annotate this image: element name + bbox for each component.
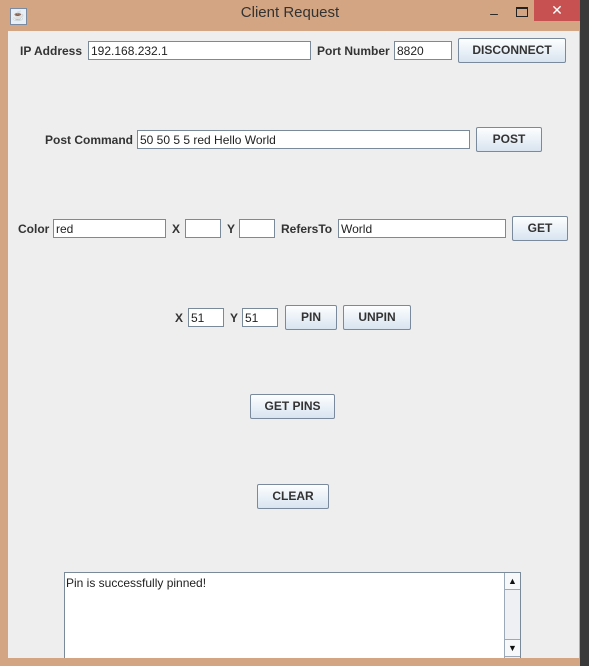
x-input[interactable] — [185, 219, 221, 238]
color-label: Color — [18, 222, 50, 236]
post-command-input[interactable] — [137, 130, 470, 149]
port-label: Port Number — [317, 44, 390, 58]
scroll-up-icon[interactable]: ▲ — [505, 573, 520, 590]
disconnect-button[interactable]: DISCONNECT — [458, 38, 566, 63]
content-panel: IP Address Port Number DISCONNECT Post C… — [8, 31, 579, 658]
output-textarea[interactable]: Pin is successfully pinned! ▲ ▼ — [64, 572, 521, 658]
color-input[interactable] — [53, 219, 166, 238]
refers-to-input[interactable] — [338, 219, 506, 238]
maximize-button[interactable] — [516, 7, 528, 17]
pin-x-input[interactable] — [188, 308, 224, 327]
x-label: X — [172, 222, 181, 236]
unpin-button[interactable]: UNPIN — [343, 305, 411, 330]
y-label: Y — [227, 222, 236, 236]
get-button[interactable]: GET — [512, 216, 568, 241]
clear-button[interactable]: CLEAR — [257, 484, 329, 509]
pin-y-input[interactable] — [242, 308, 278, 327]
post-command-label: Post Command — [45, 133, 134, 147]
window: ☕ Client Request – ✕ IP Address Port Num… — [0, 0, 580, 666]
pin-y-label: Y — [230, 311, 239, 325]
close-button[interactable]: ✕ — [534, 0, 580, 21]
ip-label: IP Address — [20, 44, 83, 58]
vertical-scrollbar[interactable]: ▲ ▼ — [504, 573, 520, 658]
pin-button[interactable]: PIN — [285, 305, 337, 330]
scroll-down-icon[interactable]: ▼ — [505, 639, 520, 657]
pin-x-label: X — [175, 311, 184, 325]
minimize-button[interactable]: – — [487, 5, 501, 21]
ip-input[interactable] — [88, 41, 311, 60]
y-input[interactable] — [239, 219, 275, 238]
port-input[interactable] — [394, 41, 452, 60]
output-text: Pin is successfully pinned! — [66, 576, 207, 590]
post-button[interactable]: POST — [476, 127, 542, 152]
refers-to-label: RefersTo — [281, 222, 333, 236]
get-pins-button[interactable]: GET PINS — [250, 394, 335, 419]
